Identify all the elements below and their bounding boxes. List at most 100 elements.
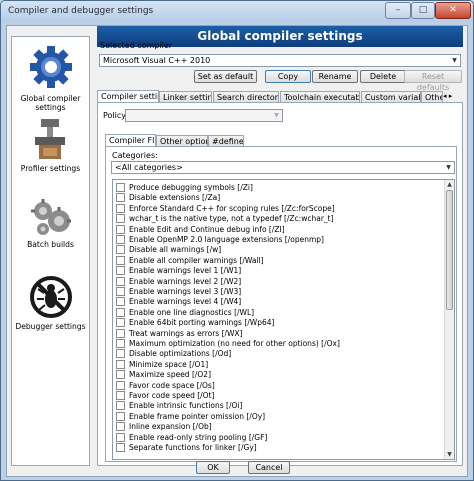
- scroll-down-icon[interactable]: ▼: [445, 450, 454, 459]
- flag-label: Enable 64bit porting warnings [/Wp64]: [129, 318, 275, 328]
- flag-checkbox[interactable]: [116, 359, 125, 369]
- sidebar-item-profiler[interactable]: Profiler settings: [12, 117, 89, 173]
- list-item[interactable]: Maximum optimization (no need for other …: [116, 339, 340, 349]
- flag-label: Minimize space [/O1]: [129, 359, 209, 369]
- flag-checkbox[interactable]: [116, 422, 125, 432]
- reset-defaults-button[interactable]: Reset defaults: [404, 70, 462, 92]
- flag-label: Enable warnings level 3 [/W3]: [129, 287, 242, 296]
- policy-select[interactable]: ▼: [125, 109, 283, 122]
- flag-checkbox[interactable]: [116, 224, 125, 234]
- flag-checkbox[interactable]: [116, 380, 125, 390]
- tab-scroll-left-icon[interactable]: ◂: [443, 92, 447, 100]
- flag-checkbox[interactable]: [116, 297, 125, 307]
- debugger-icon: [29, 276, 72, 318]
- flag-label: Enable Edit and Continue debug info [/ZI…: [129, 224, 285, 234]
- flag-label: Enforce Standard C++ for scoping rules […: [129, 203, 335, 213]
- flag-label: Enable OpenMP 2.0 language extensions [/…: [129, 235, 324, 244]
- list-item[interactable]: Maximize speed [/O2]: [116, 370, 211, 380]
- sidebar-item-label: Profiler settings: [20, 164, 81, 173]
- list-item[interactable]: Enable warnings level 1 [/W1]: [116, 266, 241, 276]
- flag-checkbox[interactable]: [116, 235, 125, 244]
- flag-checkbox[interactable]: [116, 183, 125, 192]
- flag-label: Inline expansion [/Ob]: [129, 422, 212, 432]
- list-item[interactable]: Treat warnings as errors [/WX]: [116, 328, 243, 339]
- flag-label: Produce debugging symbols [/Zi]: [129, 183, 253, 192]
- list-item[interactable]: wchar_t is the native type, not a typede…: [116, 214, 334, 224]
- maximize-button[interactable]: □: [411, 2, 435, 19]
- list-item[interactable]: Separate functions for linker [/Gy]: [116, 443, 257, 453]
- flag-checkbox[interactable]: [116, 255, 125, 265]
- flag-label: Enable frame pointer omission [/Oy]: [129, 411, 266, 421]
- flag-checkbox[interactable]: [116, 411, 125, 421]
- batch-builds-icon: [30, 199, 71, 235]
- list-item[interactable]: Produce debugging symbols [/Zi]: [116, 183, 253, 193]
- categories-select-value: <All categories>: [115, 163, 183, 172]
- client-area: Global compiler settings Profiler settin…: [6, 25, 468, 477]
- list-item[interactable]: Enable warnings level 3 [/W3]: [116, 287, 241, 297]
- dialog-window: Compiler and debugger settings – □ ✕ Glo…: [0, 0, 474, 481]
- flag-checkbox[interactable]: [116, 328, 125, 338]
- flag-checkbox[interactable]: [116, 443, 125, 452]
- list-item[interactable]: Enable warnings level 2 [/W2]: [116, 276, 241, 287]
- delete-button[interactable]: Delete: [360, 70, 406, 83]
- flag-checkbox[interactable]: [116, 193, 125, 203]
- sidebar-item-label: Global compiler settings: [20, 94, 81, 112]
- flag-checkbox[interactable]: [116, 339, 125, 348]
- flag-checkbox[interactable]: [116, 245, 125, 255]
- flag-checkbox[interactable]: [116, 214, 125, 224]
- list-item[interactable]: Enable one line diagnostics [/WL]: [116, 307, 254, 318]
- flag-label: Enable read-only string pooling [/GF]: [129, 432, 268, 442]
- flag-checkbox[interactable]: [116, 391, 125, 400]
- chevron-down-icon: ▼: [452, 57, 457, 64]
- list-item[interactable]: Enforce Standard C++ for scoping rules […: [116, 203, 335, 214]
- list-item[interactable]: Favor code speed [/Ot]: [116, 391, 214, 401]
- ok-button[interactable]: OK: [196, 461, 230, 474]
- title-bar[interactable]: Compiler and debugger settings – □ ✕: [1, 1, 473, 22]
- minimize-button[interactable]: –: [385, 2, 411, 19]
- list-item[interactable]: Disable optimizations [/Od]: [116, 349, 231, 359]
- flags-scrollbar[interactable]: ▲ ▼: [444, 180, 454, 459]
- list-item[interactable]: Inline expansion [/Ob]: [116, 422, 212, 432]
- list-item[interactable]: Enable all compiler warnings [/Wall]: [116, 255, 264, 266]
- tab-scroll-arrows: ◂ ▸: [443, 91, 463, 102]
- flag-checkbox[interactable]: [116, 307, 125, 317]
- chevron-down-icon: ▼: [274, 112, 279, 119]
- flag-checkbox[interactable]: [116, 318, 125, 328]
- scroll-up-icon[interactable]: ▲: [445, 180, 454, 189]
- copy-button[interactable]: Copy: [265, 70, 311, 83]
- list-item[interactable]: Enable intrinsic functions [/Oi]: [116, 401, 242, 411]
- flag-label: Disable optimizations [/Od]: [129, 349, 232, 359]
- flag-checkbox[interactable]: [116, 432, 125, 442]
- flag-checkbox[interactable]: [116, 401, 125, 411]
- close-button[interactable]: ✕: [435, 2, 471, 19]
- list-item[interactable]: Disable all warnings [/w]: [116, 245, 221, 255]
- flag-checkbox[interactable]: [116, 203, 125, 213]
- flag-checkbox[interactable]: [116, 266, 125, 276]
- cancel-button[interactable]: Cancel: [248, 461, 290, 474]
- list-item[interactable]: Minimize space [/O1]: [116, 359, 209, 370]
- flag-label: Treat warnings as errors [/WX]: [129, 328, 243, 338]
- compiler-select[interactable]: Microsoft Visual C++ 2010 ▼: [99, 54, 461, 67]
- flag-label: Maximum optimization (no need for other …: [129, 339, 340, 348]
- sidebar-item-label: Debugger settings: [15, 322, 86, 331]
- sidebar-item-global-compiler[interactable]: Global compiler settings: [12, 43, 89, 112]
- categories-select[interactable]: <All categories> ▼: [111, 161, 455, 174]
- rename-button[interactable]: Rename: [312, 70, 358, 83]
- tab-scroll-right-icon[interactable]: ▸: [449, 92, 453, 100]
- scrollbar-thumb[interactable]: [446, 190, 453, 310]
- set-as-default-button[interactable]: Set as default: [194, 70, 257, 83]
- list-item[interactable]: Enable frame pointer omission [/Oy]: [116, 411, 266, 422]
- sidebar-item-debugger[interactable]: Debugger settings: [12, 275, 89, 331]
- sidebar-item-batch-builds[interactable]: Batch builds: [12, 197, 89, 249]
- list-item[interactable]: Enable OpenMP 2.0 language extensions [/…: [116, 235, 324, 245]
- flag-checkbox[interactable]: [116, 370, 125, 380]
- list-item[interactable]: Enable Edit and Continue debug info [/ZI…: [116, 224, 285, 235]
- list-item[interactable]: Enable 64bit porting warnings [/Wp64]: [116, 318, 274, 328]
- list-item[interactable]: Favor code space [/Os]: [116, 380, 215, 391]
- list-item[interactable]: Enable warnings level 4 [/W4]: [116, 297, 241, 307]
- list-item[interactable]: Enable read-only string pooling [/GF]: [116, 432, 268, 443]
- flag-checkbox[interactable]: [116, 276, 125, 286]
- list-item[interactable]: Disable extensions [/Za]: [116, 193, 220, 203]
- flag-checkbox[interactable]: [116, 349, 125, 359]
- flag-checkbox[interactable]: [116, 287, 125, 296]
